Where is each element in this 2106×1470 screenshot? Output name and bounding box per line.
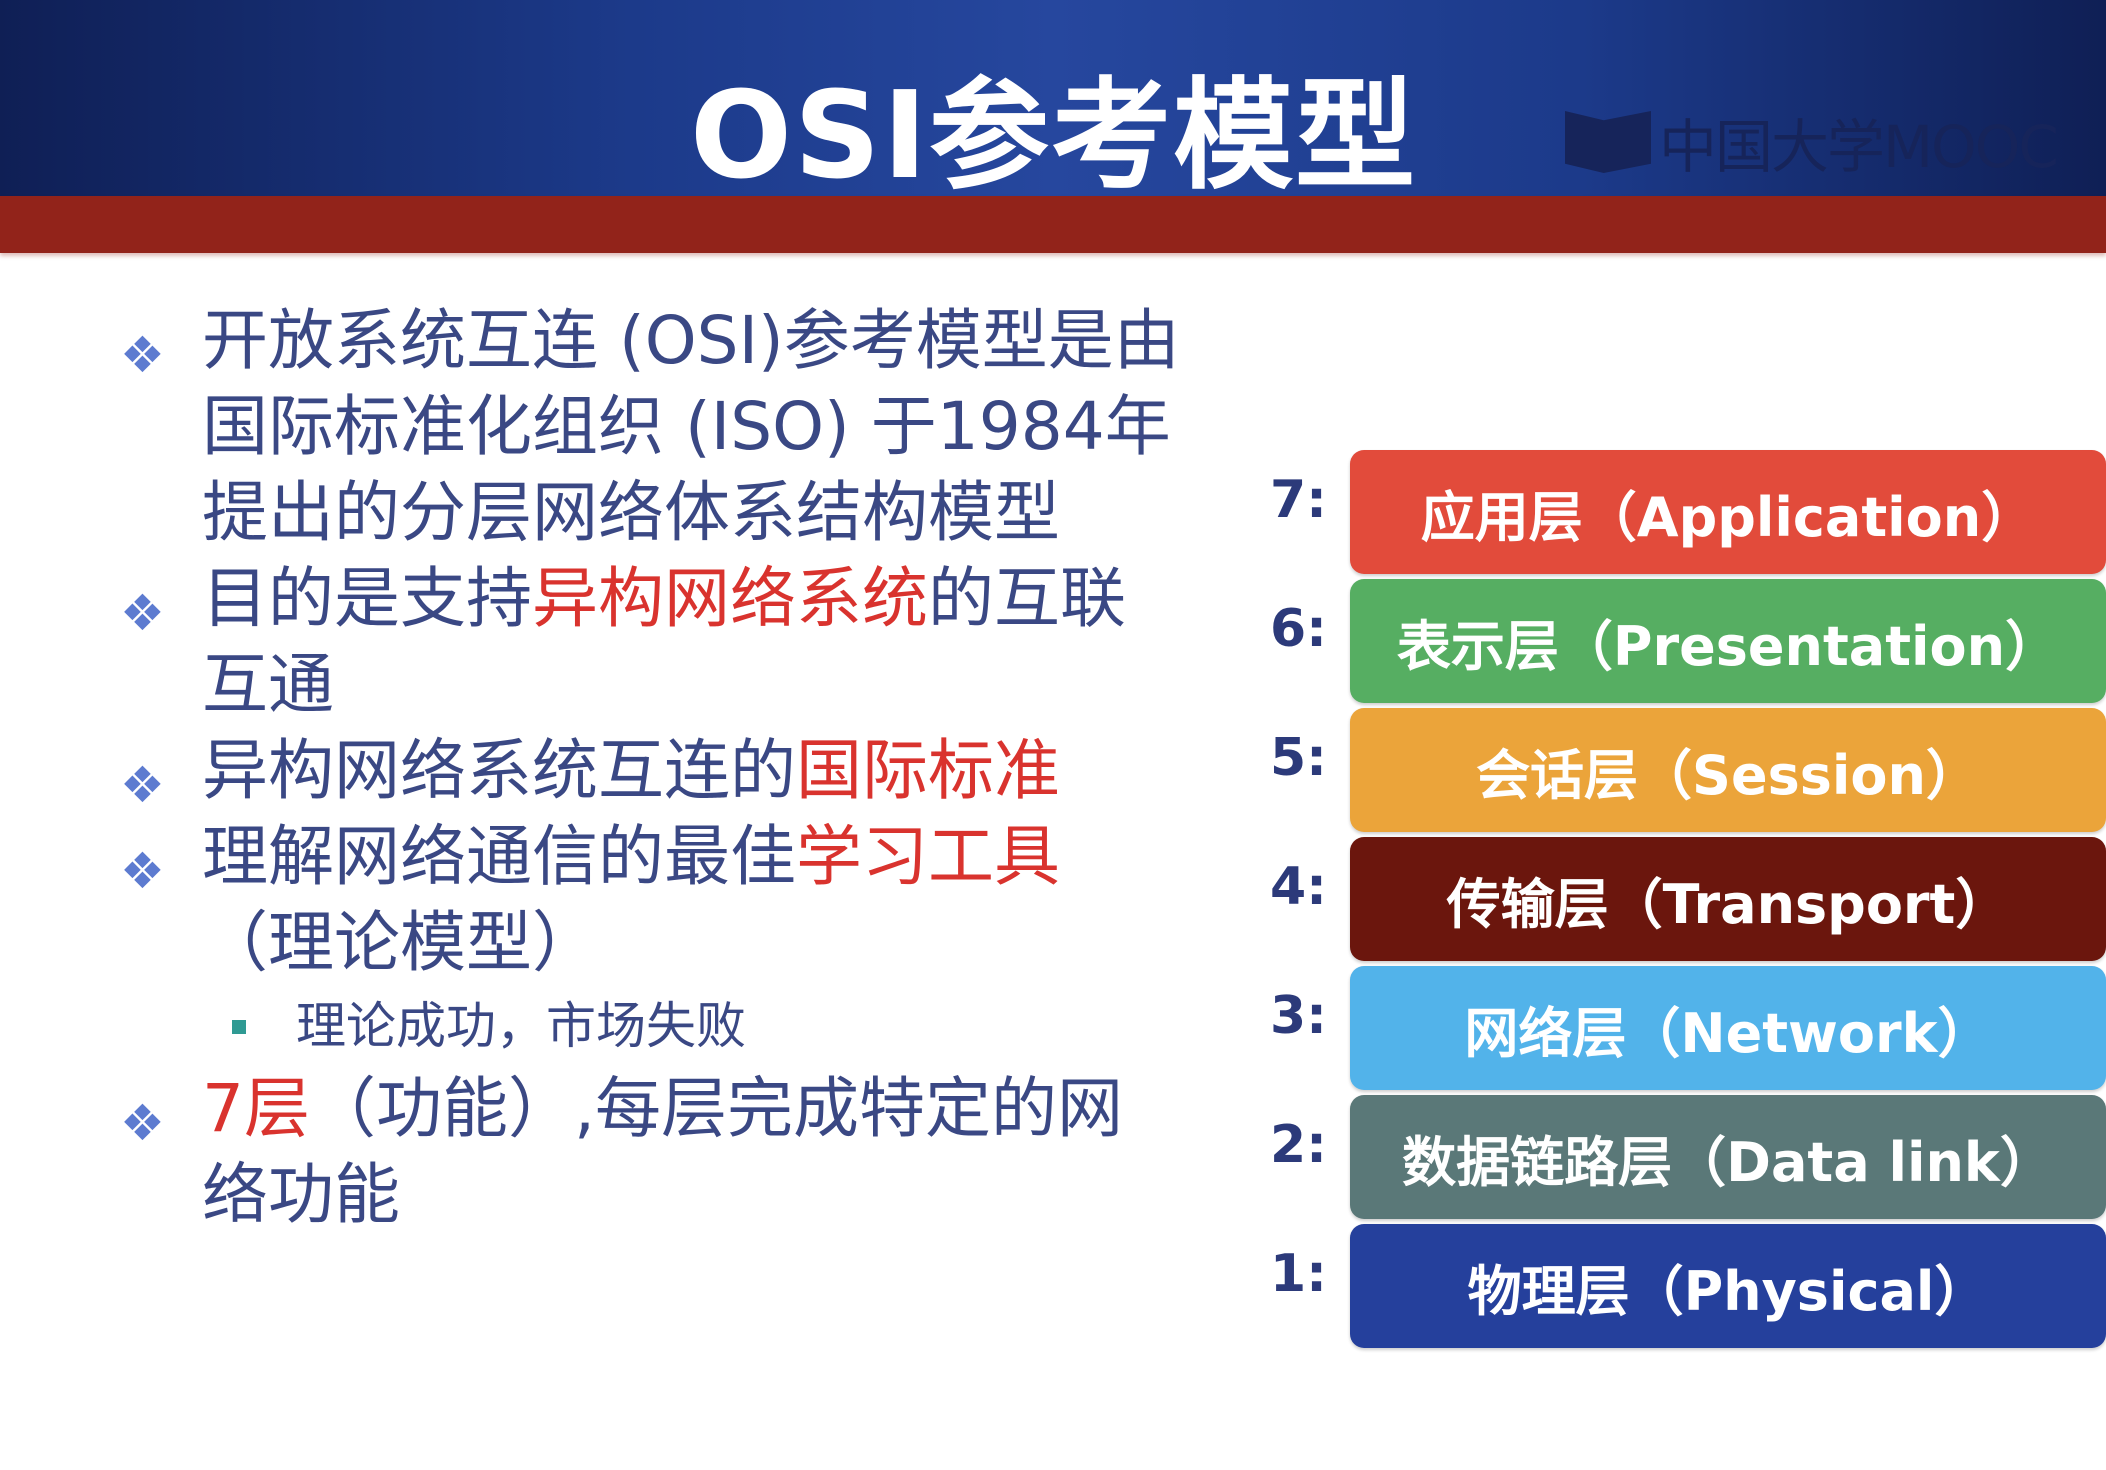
layer-box: 物理层（Physical） — [1350, 1224, 2106, 1348]
diamond-bullet-icon: ❖ — [120, 326, 165, 384]
bullet-text: （功能）,每层完成特定的网络功能 — [202, 1070, 1123, 1233]
logo-text: 中国大学MOOC — [1659, 113, 2059, 181]
layer-label: 表示层（Presentation） — [1396, 614, 2060, 678]
osi-layer: 6: 表示层（Presentation） — [1270, 579, 2106, 708]
layer-number: 7: — [1270, 470, 1327, 530]
sub-bullet-text: 理论成功，市场失败 — [296, 997, 746, 1055]
layer-box: 网络层（Network） — [1350, 966, 2106, 1090]
diamond-bullet-icon: ❖ — [120, 842, 165, 900]
layer-label: 会话层（Session） — [1476, 743, 1980, 807]
highlight-text: 异构网络系统 — [532, 560, 928, 637]
square-bullet-icon — [232, 1020, 246, 1034]
layer-box: 传输层（Transport） — [1350, 837, 2106, 961]
layer-box: 表示层（Presentation） — [1350, 579, 2106, 703]
bullet-text: 异构网络系统互连的 — [202, 732, 796, 809]
mooc-logo: 中国大学MOOC — [1565, 100, 2059, 184]
bullet-item: ❖ 理解网络通信的最佳学习工具 （理论模型） — [120, 814, 1180, 986]
layer-box: 应用层（Application） — [1350, 450, 2106, 574]
layer-box: 数据链路层（Data link） — [1350, 1095, 2106, 1219]
bullet-text: 开放系统互连 (OSI)参考模型是由国际标准化组织 (ISO) 于1984年提出… — [202, 302, 1180, 551]
bullet-text: 目的是支持 — [202, 560, 532, 637]
bullet-text: 理解网络通信的最佳 — [202, 818, 796, 895]
layer-number: 1: — [1270, 1244, 1327, 1304]
layer-number: 5: — [1270, 728, 1327, 788]
layer-number: 6: — [1270, 599, 1327, 659]
slide-title: OSI参考模型 — [690, 67, 1418, 206]
layer-number: 4: — [1270, 857, 1327, 917]
osi-layer: 1: 物理层（Physical） — [1270, 1224, 2106, 1353]
diamond-bullet-icon: ❖ — [120, 1094, 165, 1152]
layer-label: 数据链路层（Data link） — [1402, 1130, 2054, 1194]
highlight-text: 学习工具 — [796, 818, 1060, 895]
bullet-item: ❖ 目的是支持异构网络系统的互联互通 — [120, 556, 1180, 728]
slide-header: OSI参考模型 中国大学MOOC — [0, 0, 2106, 206]
header-band — [0, 196, 2106, 253]
diamond-bullet-icon: ❖ — [120, 584, 165, 642]
bullet-list: ❖ 开放系统互连 (OSI)参考模型是由国际标准化组织 (ISO) 于1984年提… — [120, 298, 1180, 1238]
layer-number: 2: — [1270, 1115, 1327, 1175]
layer-box: 会话层（Session） — [1350, 708, 2106, 832]
bullet-item: ❖ 异构网络系统互连的国际标准 — [120, 728, 1180, 814]
osi-layer: 2: 数据链路层（Data link） — [1270, 1095, 2106, 1224]
osi-layer: 3: 网络层（Network） — [1270, 966, 2106, 1095]
layer-label: 应用层（Application） — [1420, 485, 2036, 549]
bullet-item: ❖ 7层（功能）,每层完成特定的网络功能 — [120, 1066, 1180, 1238]
bullet-text: （理论模型） — [202, 904, 598, 981]
highlight-text: 7层 — [202, 1070, 310, 1147]
bullet-item: ❖ 开放系统互连 (OSI)参考模型是由国际标准化组织 (ISO) 于1984年提… — [120, 298, 1180, 556]
layer-number: 3: — [1270, 986, 1327, 1046]
layer-label: 物理层（Physical） — [1467, 1259, 1989, 1323]
highlight-text: 国际标准 — [796, 732, 1060, 809]
sub-bullet: 理论成功，市场失败 — [120, 986, 1180, 1066]
osi-layer: 7: 应用层（Application） — [1270, 450, 2106, 579]
layer-label: 传输层（Transport） — [1446, 872, 2010, 936]
book-icon — [1565, 111, 1651, 173]
layer-label: 网络层（Network） — [1464, 1001, 1992, 1065]
osi-layer: 4: 传输层（Transport） — [1270, 837, 2106, 966]
osi-layer: 5: 会话层（Session） — [1270, 708, 2106, 837]
osi-layer-stack: 7: 应用层（Application） 6: 表示层（Presentation） 5: 会… — [1270, 450, 2106, 1353]
